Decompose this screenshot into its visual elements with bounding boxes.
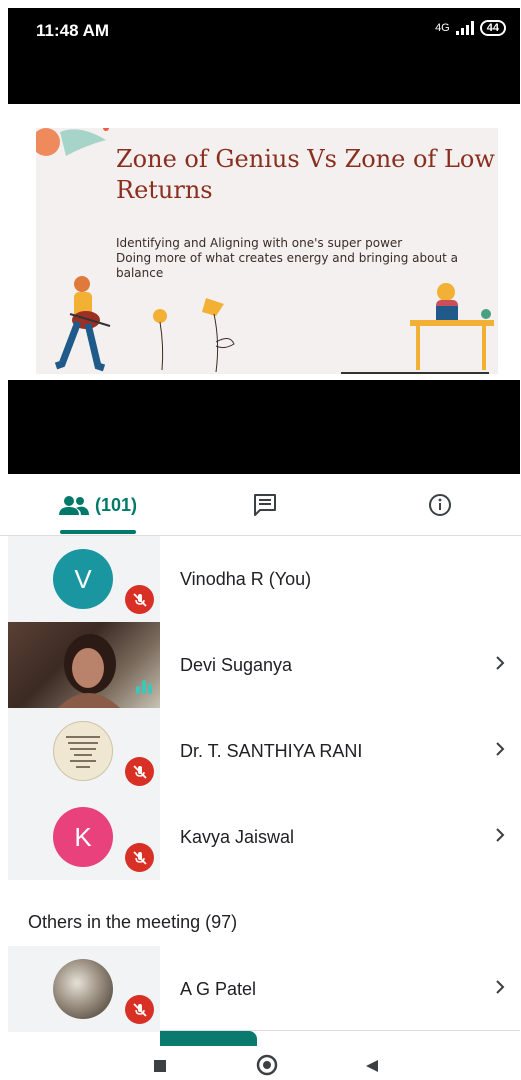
others-section-title: Others in the meeting (97) <box>28 912 238 932</box>
participant-name: A G Patel <box>180 979 257 999</box>
network-label: 4G <box>435 22 450 34</box>
status-bar: 11:48 AM 4G 44 <box>8 8 520 104</box>
loading-progress <box>160 1030 520 1047</box>
avatar-image <box>53 721 113 781</box>
participant-name: Devi Suganya <box>180 655 293 675</box>
leaf-decoration-icon <box>36 128 109 156</box>
android-nav-bar <box>0 1046 521 1080</box>
person-video-icon <box>58 634 120 708</box>
mic-off-icon <box>125 843 154 872</box>
people-icon <box>58 496 89 515</box>
slide-body-line1: Identifying and Aligning with one's supe… <box>116 236 403 250</box>
slide-body: Identifying and Aligning with one's supe… <box>116 236 476 281</box>
mic-off-icon <box>125 757 154 786</box>
avatar: K <box>53 807 113 867</box>
avatar: V <box>53 549 113 609</box>
participant-row[interactable]: Devi Suganya <box>0 622 521 708</box>
participant-row[interactable]: V Vinodha R (You) <box>0 536 521 622</box>
status-time: 11:48 AM <box>36 21 110 40</box>
guitarist-illustration-icon <box>54 276 111 372</box>
battery-icon: 44 <box>479 20 506 36</box>
chevron-right-icon <box>496 656 505 670</box>
flower-illustration-icon <box>153 298 235 373</box>
avatar-image <box>53 959 113 1019</box>
desk-illustration-icon <box>410 283 494 370</box>
tab-people[interactable]: (101) <box>38 474 158 536</box>
speaking-indicator-icon <box>136 680 152 694</box>
chevron-right-icon <box>496 828 505 842</box>
tab-chat[interactable] <box>240 474 290 536</box>
slide-title: Zone of Genius Vs Zone of Low Returns <box>116 145 495 204</box>
presentation-area[interactable]: Zone of Genius Vs Zone of Low Returns Id… <box>8 104 520 380</box>
participant-avatar-cell <box>8 708 160 794</box>
slide-divider <box>341 372 489 374</box>
mic-off-icon <box>125 585 154 614</box>
info-icon <box>429 494 451 516</box>
back-triangle-icon[interactable] <box>364 1058 380 1074</box>
participant-name: Vinodha R (You) <box>180 569 312 589</box>
people-count: (101) <box>94 494 138 515</box>
chevron-right-icon <box>496 980 505 994</box>
tab-info[interactable] <box>415 474 465 536</box>
participant-avatar-cell <box>8 946 160 1032</box>
mic-off-icon <box>125 995 154 1024</box>
progress-fill <box>160 1031 258 1047</box>
presentation-slide: Zone of Genius Vs Zone of Low Returns Id… <box>36 128 498 374</box>
meeting-tabs: (101) <box>0 474 521 536</box>
recents-square-icon[interactable] <box>152 1058 168 1074</box>
slide-body-line2: Doing more of what creates energy and br… <box>116 251 458 280</box>
participant-row[interactable]: K Kavya Jaiswal <box>0 794 521 880</box>
participant-avatar-cell: K <box>8 794 160 880</box>
active-tab-indicator <box>60 530 136 534</box>
chevron-right-icon <box>496 742 505 756</box>
participant-video <box>8 622 160 708</box>
participant-row[interactable]: A G Patel <box>0 946 521 1032</box>
status-icons: 4G 44 <box>435 20 506 36</box>
participant-avatar-cell: V <box>8 536 160 622</box>
participant-name: Kavya Jaiswal <box>180 827 295 847</box>
chat-icon <box>254 494 276 516</box>
participant-name: Dr. T. SANTHIYA RANI <box>180 741 363 761</box>
signal-icon <box>455 21 474 35</box>
home-circle-icon[interactable] <box>256 1054 278 1076</box>
participant-row[interactable]: Dr. T. SANTHIYA RANI <box>0 708 521 794</box>
video-area <box>8 380 520 474</box>
